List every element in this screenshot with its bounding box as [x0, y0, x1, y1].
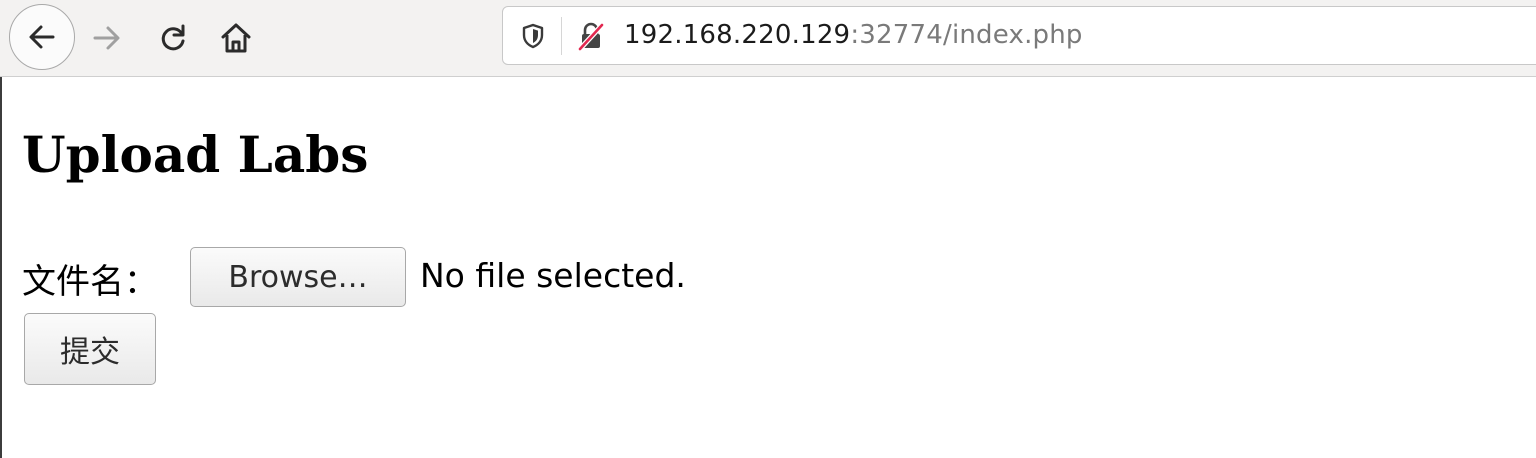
insecure-lock-icon[interactable] [577, 21, 605, 51]
browser-toolbar: 192.168.220.129:32774/index.php [0, 0, 1536, 77]
submit-button[interactable]: 提交 [24, 313, 156, 385]
file-name-label: 文件名： [22, 262, 158, 302]
home-icon [221, 23, 251, 53]
forward-button[interactable] [86, 17, 128, 59]
url-host: 192.168.220.129 [624, 20, 851, 50]
file-status-text: No file selected. [420, 256, 686, 295]
url-separator [561, 17, 562, 55]
url-path: :32774/index.php [850, 20, 1083, 50]
arrow-right-icon [93, 26, 120, 50]
url-text[interactable]: 192.168.220.129:32774/index.php [624, 20, 1083, 50]
reload-icon [161, 24, 185, 51]
browse-button[interactable]: Browse… [190, 247, 406, 307]
reload-button[interactable] [152, 17, 194, 59]
page-title: Upload Labs [22, 125, 369, 184]
back-button[interactable] [9, 4, 75, 70]
shield-icon[interactable] [521, 23, 545, 49]
url-bar[interactable]: 192.168.220.129:32774/index.php [502, 6, 1536, 65]
arrow-left-icon [29, 25, 55, 49]
home-button[interactable] [214, 16, 258, 60]
